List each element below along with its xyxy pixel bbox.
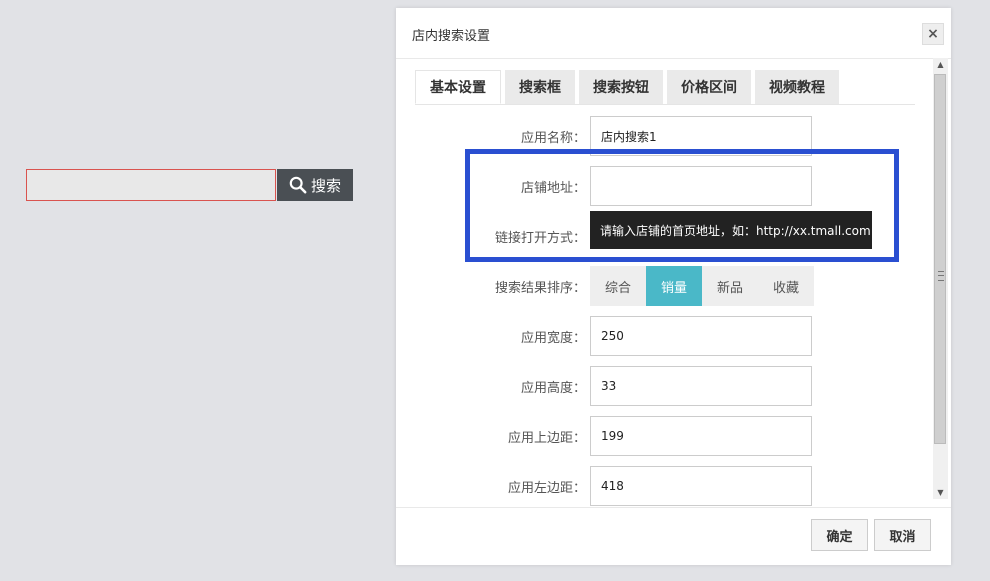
- width-input[interactable]: 250: [590, 316, 812, 356]
- tab-basic-settings[interactable]: 基本设置: [415, 70, 501, 104]
- scroll-grip-icon: [938, 271, 944, 281]
- sort-option-favorites[interactable]: 收藏: [758, 266, 814, 306]
- tab-price-range[interactable]: 价格区间: [667, 70, 751, 104]
- dialog-footer: 确定 取消: [396, 507, 951, 566]
- preview-search-button-label: 搜索: [310, 176, 341, 195]
- preview-search-input[interactable]: [26, 169, 276, 201]
- confirm-button[interactable]: 确定: [811, 519, 868, 551]
- sort-option-sales[interactable]: 销量: [646, 266, 702, 306]
- form-row-height: 应用高度： 33: [396, 366, 926, 406]
- form-row-width: 应用宽度： 250: [396, 316, 926, 356]
- tab-search-box[interactable]: 搜索框: [505, 70, 575, 104]
- scroll-down-icon[interactable]: ▼: [936, 488, 945, 497]
- highlight-box: [465, 149, 899, 262]
- width-label: 应用宽度：: [520, 331, 586, 346]
- form-row-sort: 搜索结果排序： 综合 销量 新品 收藏: [396, 266, 926, 306]
- sort-segmented-control: 综合 销量 新品 收藏: [590, 266, 814, 306]
- left-margin-input[interactable]: 418: [590, 466, 812, 506]
- close-icon: ×: [927, 26, 939, 42]
- dialog-body: 基本设置 搜索框 搜索按钮 价格区间 视频教程 应用名称： 店内搜索1 店铺地址…: [396, 59, 951, 507]
- height-input[interactable]: 33: [590, 366, 812, 406]
- scroll-up-icon[interactable]: ▲: [936, 60, 945, 69]
- sort-label: 搜索结果排序：: [494, 281, 586, 296]
- dialog-header: 店内搜索设置 ×: [396, 8, 951, 59]
- close-button[interactable]: ×: [922, 23, 944, 45]
- sort-option-new[interactable]: 新品: [702, 266, 758, 306]
- sort-option-overall[interactable]: 综合: [590, 266, 646, 306]
- dialog-title: 店内搜索设置: [412, 29, 491, 44]
- dialog-scrollbar[interactable]: ▲ ▼: [933, 58, 948, 499]
- form-row-left-margin: 应用左边距： 418: [396, 466, 926, 506]
- form-row-top-margin: 应用上边距： 199: [396, 416, 926, 456]
- left-margin-label: 应用左边距：: [507, 481, 586, 496]
- top-margin-input[interactable]: 199: [590, 416, 812, 456]
- app-name-label: 应用名称：: [520, 131, 586, 146]
- height-label: 应用高度：: [520, 381, 586, 396]
- tab-video-tutorial[interactable]: 视频教程: [755, 70, 839, 104]
- preview-search-button[interactable]: 搜索: [277, 169, 353, 201]
- cancel-button[interactable]: 取消: [874, 519, 931, 551]
- scroll-thumb[interactable]: [934, 74, 946, 444]
- top-margin-label: 应用上边距：: [507, 431, 586, 446]
- search-icon: [289, 176, 307, 194]
- tab-bar: 基本设置 搜索框 搜索按钮 价格区间 视频教程: [415, 70, 915, 105]
- tab-search-button[interactable]: 搜索按钮: [579, 70, 663, 104]
- settings-dialog: 店内搜索设置 × 基本设置 搜索框 搜索按钮 价格区间 视频教程 应用名称： 店…: [396, 8, 951, 565]
